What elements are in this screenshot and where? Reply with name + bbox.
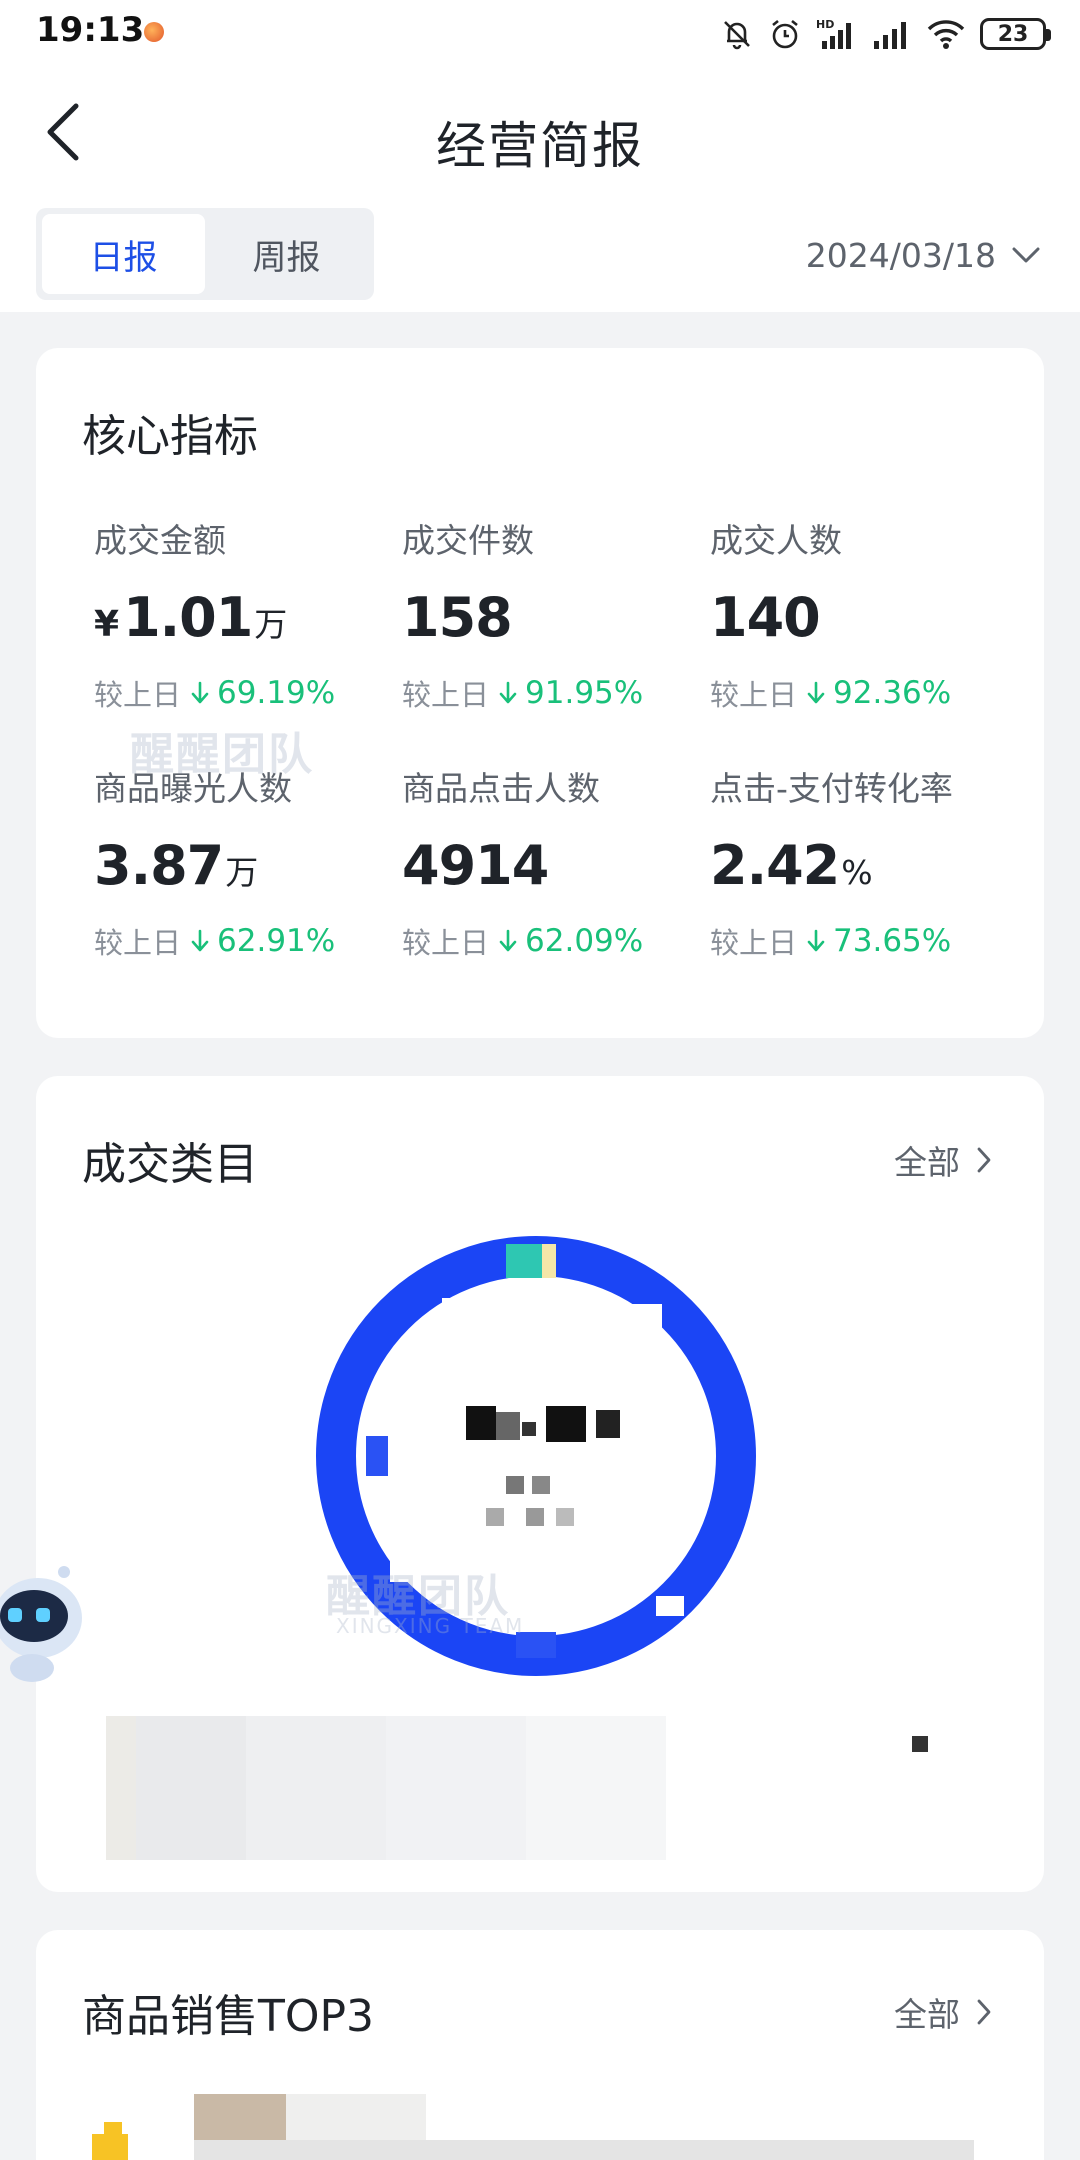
top3-title: 商品销售TOP3 [82, 1991, 375, 2042]
watermark-sub: XINGXING TEAM [336, 1614, 525, 1638]
metric-conversion[interactable]: 点击-支付转化率 2.42 % 较上日 73.65% [710, 766, 1018, 980]
wifi-icon [926, 17, 966, 51]
assistant-robot-icon[interactable] [0, 1556, 90, 1686]
metric-compare: 较上日 62.91% [94, 920, 402, 962]
compare-change: 73.65% [833, 923, 952, 959]
compare-label: 较上日 [94, 678, 182, 712]
metric-value: 3.87 万 [94, 834, 402, 898]
metric-compare: 较上日 73.65% [710, 920, 1018, 962]
metric-compare: 较上日 69.19% [94, 672, 402, 714]
metric-unit: 万 [254, 605, 288, 644]
compare-label: 较上日 [402, 926, 490, 960]
metric-value: ¥ 1.01 万 [94, 586, 402, 650]
date-value: 2024/03/18 [805, 235, 996, 275]
rank-badge-icon [88, 2120, 132, 2160]
compare-label: 较上日 [94, 926, 182, 960]
metric-gmv[interactable]: 成交金额 ¥ 1.01 万 较上日 69.19% [94, 518, 402, 732]
arrow-down-icon [191, 681, 209, 705]
metric-label: 成交人数 [710, 521, 842, 560]
date-picker[interactable]: 2024/03/18 [806, 228, 1040, 282]
chevron-right-icon [977, 1147, 991, 1173]
signal-icon [872, 17, 912, 51]
metric-unit: % [841, 853, 873, 892]
metric-number: 2.42 [710, 834, 840, 897]
report-period-row: 日报 周报 2024/03/18 [0, 202, 1080, 312]
bell-off-icon [720, 17, 754, 51]
notification-app-icon [144, 22, 164, 42]
core-metrics-title: 核心指标 [82, 411, 258, 462]
metric-number: 3.87 [94, 834, 224, 897]
legend-marker [912, 1736, 928, 1752]
metric-compare: 较上日 91.95% [402, 672, 710, 714]
metric-value: 4914 [402, 834, 710, 898]
alarm-icon [768, 17, 802, 51]
compare-label: 较上日 [710, 926, 798, 960]
status-bar: 19:13 HD 23 [0, 0, 1080, 66]
metric-value: 140 [710, 586, 1018, 650]
category-legend [106, 1716, 666, 1860]
metric-label: 成交件数 [402, 521, 534, 560]
metrics-grid: 成交金额 ¥ 1.01 万 较上日 69.19% 成交件数 158 较上日 91… [94, 518, 1024, 980]
compare-change: 62.09% [525, 923, 644, 959]
metric-label: 商品点击人数 [402, 769, 600, 808]
category-card: 成交类目 全部 醒醒团队 XINGXING TEAM [36, 1076, 1044, 1892]
metric-number: 4914 [402, 834, 549, 897]
arrow-down-icon [499, 681, 517, 705]
category-title: 成交类目 [82, 1139, 258, 1190]
metric-label: 点击-支付转化率 [710, 769, 953, 808]
teal-slice [506, 1244, 542, 1278]
svg-text:HD: HD [816, 18, 834, 31]
tab-daily[interactable]: 日报 [42, 214, 205, 294]
top3-all-link[interactable]: 全部 [894, 1988, 992, 2036]
compare-label: 较上日 [402, 678, 490, 712]
metric-number: 140 [710, 586, 821, 649]
compare-change: 92.36% [833, 675, 952, 711]
category-all-link[interactable]: 全部 [894, 1136, 992, 1184]
metric-orders[interactable]: 成交件数 158 较上日 91.95% [402, 518, 710, 732]
battery-icon: 23 [980, 18, 1051, 50]
status-time: 19:13 [36, 10, 145, 50]
tab-weekly[interactable]: 周报 [205, 214, 368, 294]
all-label: 全部 [894, 1995, 960, 2034]
status-icons: HD 23 [720, 12, 1051, 56]
chevron-down-icon [1012, 247, 1040, 263]
arrow-down-icon [499, 929, 517, 953]
nav-bar: 经营简报 [0, 66, 1080, 202]
metric-label: 商品曝光人数 [94, 769, 292, 808]
period-tabs: 日报 周报 [36, 208, 374, 300]
metric-unit: 万 [225, 853, 259, 892]
metric-number: 1.01 [123, 586, 253, 649]
metric-clicks[interactable]: 商品点击人数 4914 较上日 62.09% [402, 766, 710, 980]
compare-change: 91.95% [525, 675, 644, 711]
page-title: 经营简报 [436, 117, 644, 175]
currency-symbol: ¥ [94, 604, 120, 645]
arrow-down-icon [807, 929, 825, 953]
arrow-down-icon [191, 929, 209, 953]
compare-label: 较上日 [710, 678, 798, 712]
product-row-obscured [194, 2140, 974, 2160]
metric-number: 158 [402, 586, 513, 649]
metric-value: 158 [402, 586, 710, 650]
core-metrics-card: 核心指标 醒醒团队 成交金额 ¥ 1.01 万 较上日 69.19% 成交件数 … [36, 348, 1044, 1038]
chevron-right-icon [977, 1999, 991, 2025]
metric-buyers[interactable]: 成交人数 140 较上日 92.36% [710, 518, 1018, 732]
metric-compare: 较上日 92.36% [710, 672, 1018, 714]
metric-exposure[interactable]: 商品曝光人数 3.87 万 较上日 62.91% [94, 766, 402, 980]
top3-card: 商品销售TOP3 全部 [36, 1930, 1044, 2160]
compare-change: 69.19% [217, 675, 336, 711]
all-label: 全部 [894, 1143, 960, 1182]
metric-label: 成交金额 [94, 521, 226, 560]
metric-value: 2.42 % [710, 834, 1018, 898]
yellow-slice [542, 1244, 556, 1278]
hd-signal-icon: HD [816, 17, 858, 51]
compare-change: 62.91% [217, 923, 336, 959]
arrow-down-icon [807, 681, 825, 705]
metric-compare: 较上日 62.09% [402, 920, 710, 962]
